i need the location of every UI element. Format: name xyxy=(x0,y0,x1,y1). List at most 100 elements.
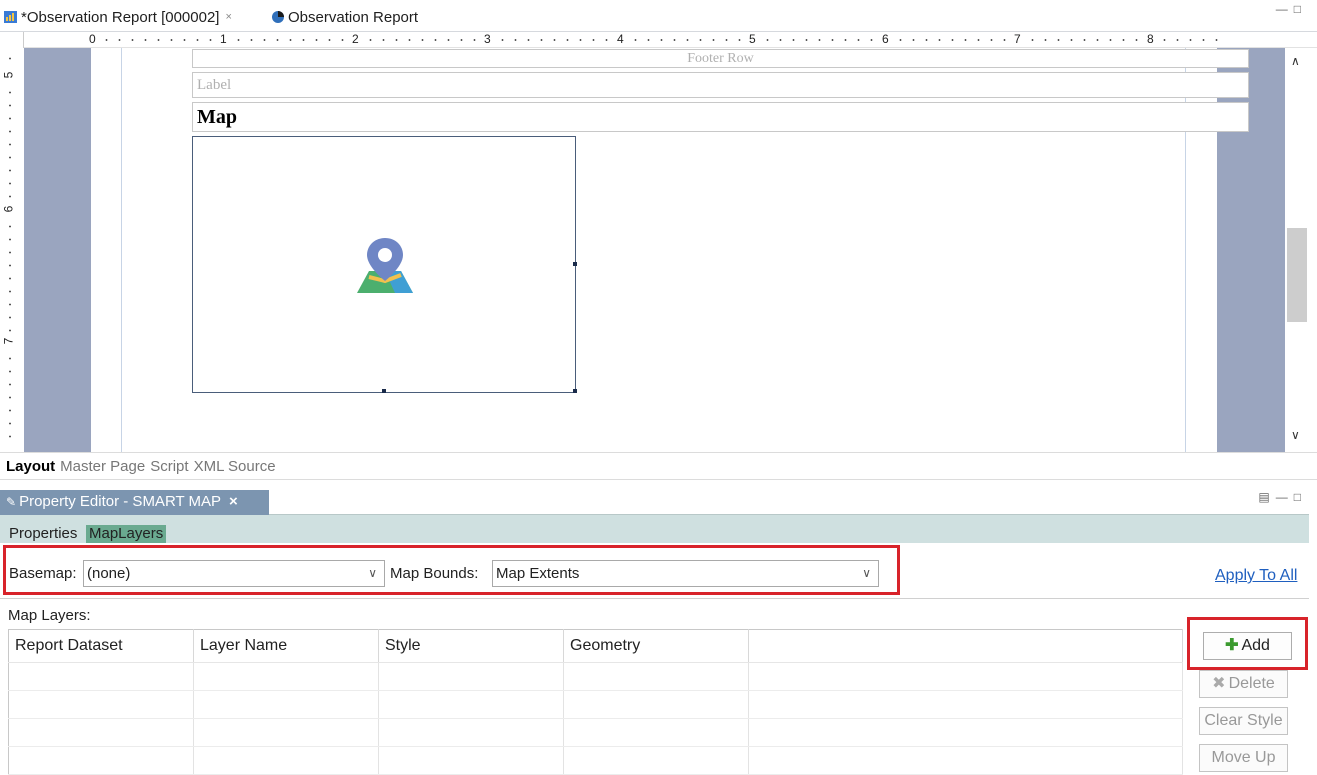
ruler-ticks xyxy=(232,39,346,41)
editor-tab-observation-report[interactable]: Observation Report xyxy=(271,6,418,28)
panel-edge xyxy=(1309,487,1317,775)
minimize-icon[interactable]: — xyxy=(1276,490,1294,504)
close-icon[interactable]: × xyxy=(225,11,231,23)
delete-icon: ✖ xyxy=(1212,675,1226,692)
ruler-number: 7 xyxy=(1014,32,1021,46)
ruler-number: 3 xyxy=(484,32,491,46)
map-layers-label: Map Layers: xyxy=(8,607,91,624)
add-button[interactable]: ✚ Add xyxy=(1203,632,1292,660)
tab-script[interactable]: Script xyxy=(150,458,188,475)
delete-button[interactable]: ✖ Delete xyxy=(1199,670,1288,698)
table-header-row: Report Dataset Layer Name Style Geometry xyxy=(8,629,1183,663)
map-title-element[interactable]: Map xyxy=(192,102,1249,132)
apply-to-all-link[interactable]: Apply To All xyxy=(1215,567,1297,585)
canvas-scrollbar[interactable]: ∧ ∨ xyxy=(1285,48,1309,452)
resize-handle[interactable] xyxy=(573,389,577,393)
move-up-button-label: Move Up xyxy=(1211,749,1276,766)
close-icon[interactable]: × xyxy=(229,493,238,510)
property-editor-tab[interactable]: ✎ Property Editor - SMART MAP × xyxy=(0,490,269,515)
horizontal-ruler: 0 1 2 3 4 5 6 7 8 xyxy=(0,32,1317,48)
maximize-icon[interactable]: □ xyxy=(1294,2,1307,16)
scrollbar-thumb[interactable] xyxy=(1287,228,1307,322)
view-menu-icon[interactable]: ▤ xyxy=(1258,490,1275,504)
basemap-select[interactable]: (none) ∨ xyxy=(83,560,385,587)
editor-tab-label: *Observation Report [000002] xyxy=(21,8,220,26)
label-element[interactable]: Label xyxy=(192,72,1249,98)
tab-xml-source[interactable]: XML Source xyxy=(194,458,276,475)
ruler-number: 2 xyxy=(352,32,359,46)
delete-button-label: Delete xyxy=(1228,675,1275,692)
ruler-corner xyxy=(0,32,24,48)
ruler-number: 6 xyxy=(1,205,16,213)
column-header-layer-name[interactable]: Layer Name xyxy=(193,629,379,663)
divider xyxy=(0,598,1309,599)
table-row[interactable] xyxy=(8,746,1183,775)
ruler-number: 6 xyxy=(882,32,889,46)
ruler-number: 1 xyxy=(220,32,227,46)
maximize-icon[interactable]: □ xyxy=(1294,490,1307,504)
layout-tab-bar: Layout Master Page Script XML Source xyxy=(0,452,1317,480)
ruler-ticks xyxy=(629,39,743,41)
tab-layout[interactable]: Layout xyxy=(6,458,55,475)
vertical-ruler: 5 6 7 xyxy=(0,48,24,452)
clear-style-button[interactable]: Clear Style xyxy=(1199,707,1288,735)
property-editor-title: Property Editor - SMART MAP xyxy=(19,493,221,510)
clear-style-button-label: Clear Style xyxy=(1204,712,1283,729)
plus-icon: ✚ xyxy=(1225,637,1239,654)
basemap-value: (none) xyxy=(87,565,131,582)
column-header-geometry[interactable]: Geometry xyxy=(563,629,749,663)
panel-controls: ▤—□ xyxy=(1258,490,1307,504)
table-row[interactable] xyxy=(8,718,1183,747)
basemap-label: Basemap: xyxy=(9,565,77,582)
design-canvas[interactable]: Footer Row Label Map xyxy=(24,48,1285,452)
editor-tab-observation-report-000002[interactable]: *Observation Report [000002] × xyxy=(4,6,232,28)
ruler-number: 7 xyxy=(1,337,16,345)
report-icon xyxy=(4,11,17,23)
chevron-down-icon: ∨ xyxy=(862,566,871,580)
resize-handle[interactable] xyxy=(573,262,577,266)
ruler-number: 0 xyxy=(89,32,96,46)
tab-master-page[interactable]: Master Page xyxy=(60,458,145,475)
table-row[interactable] xyxy=(8,690,1183,719)
map-bounds-value: Map Extents xyxy=(496,565,580,582)
editor-tab-label: Observation Report xyxy=(288,8,419,26)
report-page[interactable]: Footer Row Label Map xyxy=(91,48,1249,452)
ruler-ticks xyxy=(496,39,610,41)
editor-tab-bar: *Observation Report [000002] × Observati… xyxy=(0,0,1317,32)
column-header-style[interactable]: Style xyxy=(378,629,564,663)
chevron-down-icon: ∨ xyxy=(368,566,377,580)
smart-map-element[interactable] xyxy=(192,136,577,393)
resize-handle[interactable] xyxy=(382,389,386,393)
ruler-ticks xyxy=(1026,39,1140,41)
tab-properties[interactable]: Properties xyxy=(6,525,80,543)
ruler-ticks xyxy=(9,86,11,198)
ruler-ticks xyxy=(9,352,11,448)
ruler-ticks xyxy=(364,39,478,41)
add-button-label: Add xyxy=(1241,637,1270,654)
move-up-button[interactable]: Move Up xyxy=(1199,744,1288,772)
footer-row[interactable]: Footer Row xyxy=(192,49,1249,68)
map-pin-icon xyxy=(357,238,413,293)
ruler-ticks xyxy=(9,52,11,70)
window-controls: —□ xyxy=(1276,2,1307,16)
property-editor-subtabs: Properties MapLayers xyxy=(0,515,1309,543)
ruler-ticks xyxy=(1158,39,1218,41)
chevron-up-icon[interactable]: ∧ xyxy=(1291,54,1300,68)
column-header-report-dataset[interactable]: Report Dataset xyxy=(8,629,194,663)
ruler-ticks xyxy=(9,220,11,332)
edit-icon: ✎ xyxy=(6,495,17,509)
pie-chart-icon xyxy=(272,11,284,23)
column-header-empty xyxy=(748,629,1183,663)
property-editor-header: ✎ Property Editor - SMART MAP × ▤—□ xyxy=(0,487,1317,515)
ruler-ticks xyxy=(761,39,875,41)
map-bounds-label: Map Bounds: xyxy=(390,565,479,582)
tab-maplayers[interactable]: MapLayers xyxy=(86,525,167,543)
minimize-icon[interactable]: — xyxy=(1276,2,1294,16)
map-layers-table[interactable]: Report Dataset Layer Name Style Geometry xyxy=(8,629,1183,775)
chevron-down-icon[interactable]: ∨ xyxy=(1291,428,1300,442)
map-bounds-select[interactable]: Map Extents ∨ xyxy=(492,560,879,587)
page-margin-line xyxy=(121,48,122,452)
ruler-number: 8 xyxy=(1147,32,1154,46)
table-row[interactable] xyxy=(8,662,1183,691)
ruler-ticks xyxy=(894,39,1008,41)
